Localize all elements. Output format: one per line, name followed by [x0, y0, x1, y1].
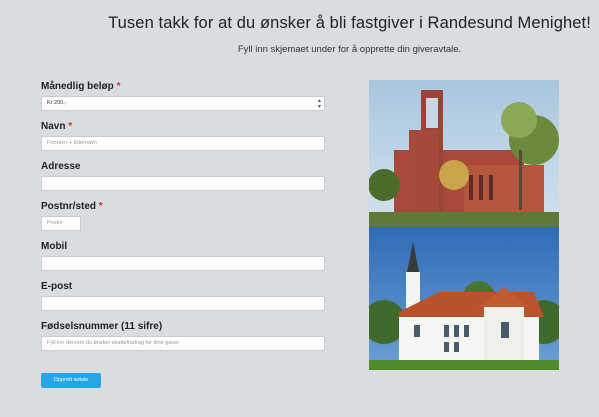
church-images: [369, 80, 559, 370]
required-mark: *: [68, 121, 73, 132]
name-label: Navn *: [41, 121, 73, 132]
modern-church-photo: [369, 80, 559, 227]
amount-label: Månedlig beløp *: [41, 81, 121, 92]
page-title: Tusen takk for at du ønsker å bli fastgi…: [108, 14, 591, 32]
select-arrows-icon: ▴ ▾: [317, 98, 321, 110]
required-mark: *: [98, 201, 103, 212]
mobile-input[interactable]: [41, 256, 325, 271]
amount-select[interactable]: Kr 200,- ▴ ▾: [41, 96, 325, 111]
postal-label: Postnr/sted *: [41, 201, 103, 212]
donation-form: Månedlig beløp * Kr 200,- ▴ ▾ Navn * Forn…: [41, 80, 325, 351]
white-church-photo: [369, 227, 559, 370]
postal-input[interactable]: Postnr: [41, 216, 81, 231]
page-subtitle: Fyll inn skjemaet under for å opprette d…: [237, 44, 462, 55]
ssn-input[interactable]: Fyll inn dersom du ønsker skattefradrag …: [41, 336, 325, 351]
ssn-label: Fødselsnummer (11 sifre): [41, 321, 163, 332]
submit-button[interactable]: Opprett avtale: [41, 373, 101, 388]
email-label: E-post: [41, 281, 73, 292]
name-input[interactable]: Fornavn + Etternavn: [41, 136, 325, 151]
email-input[interactable]: [41, 296, 325, 311]
address-label: Adresse: [41, 161, 81, 172]
address-input[interactable]: [41, 176, 325, 191]
required-mark: *: [116, 81, 121, 92]
mobile-label: Mobil: [41, 241, 68, 252]
